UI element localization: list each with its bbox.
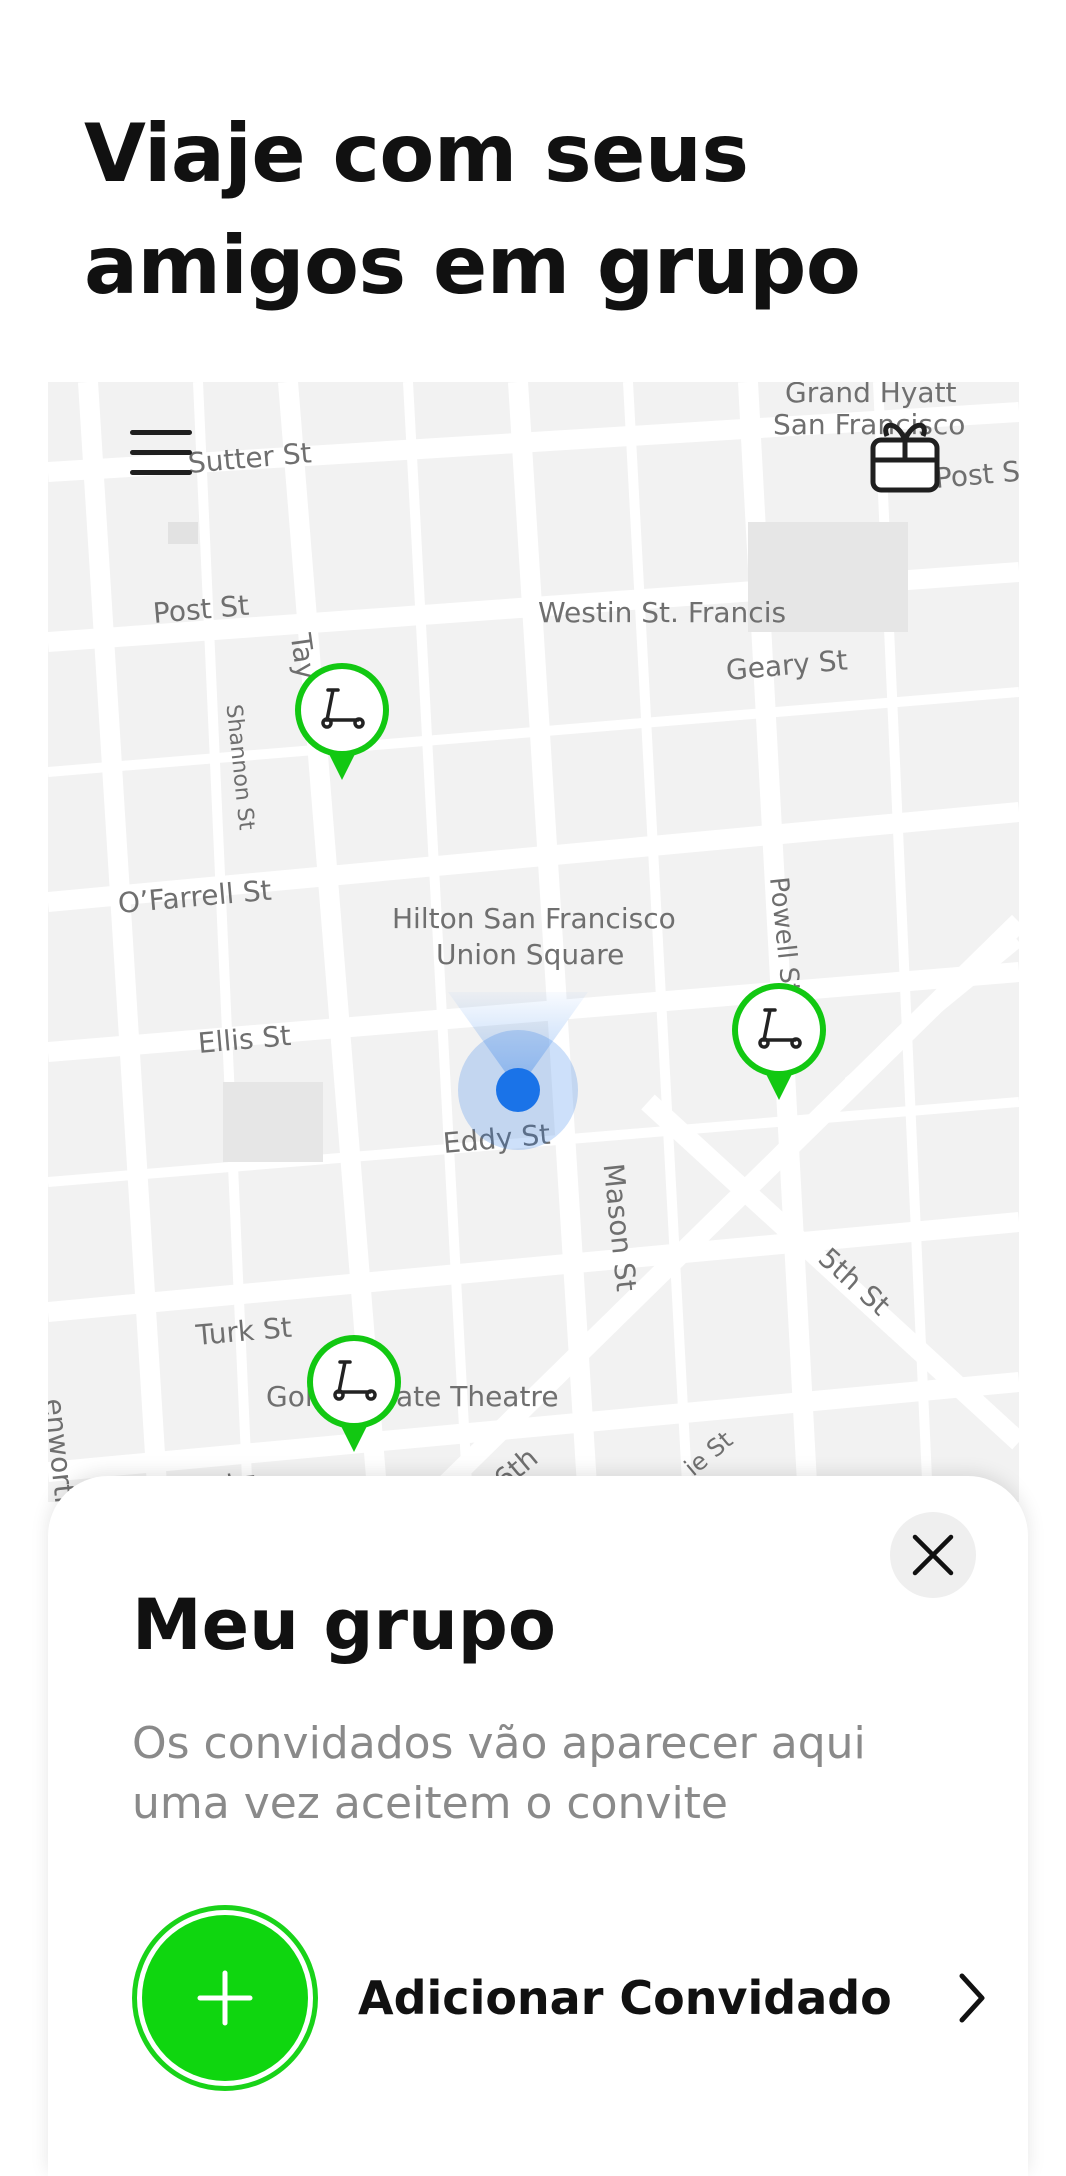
close-icon[interactable] (890, 1512, 976, 1598)
scooter-icon (732, 983, 826, 1100)
place-label-grand-hyatt-1: Grand Hyatt (785, 382, 957, 409)
add-guest-button[interactable]: Adicionar Convidado (132, 1898, 992, 2098)
place-label-hilton-2: Union Square (436, 938, 625, 971)
chevron-right-icon (959, 1973, 985, 2023)
scooter-pin-3[interactable] (304, 1332, 404, 1456)
hamburger-menu-icon[interactable] (130, 430, 192, 478)
scooter-pin-2[interactable] (729, 980, 829, 1104)
scooter-pin-1[interactable] (292, 660, 392, 784)
place-label-hilton-1: Hilton San Francisco (392, 902, 676, 935)
map-view[interactable]: Sutter St Post St Post S Geary St O’Farr… (48, 382, 1019, 1502)
sheet-description: Os convidados vão aparecer aqui uma vez … (132, 1718, 866, 1829)
add-guest-circle[interactable] (132, 1905, 318, 2091)
place-label-westin: Westin St. Francis (538, 596, 787, 629)
add-guest-label: Adicionar Convidado (358, 1971, 892, 2025)
headline-line-2: amigos em grupo (84, 219, 861, 312)
group-bottom-sheet: Meu grupo Os convidados vão aparecer aqu… (48, 1476, 1028, 2176)
plus-icon (197, 1970, 253, 2026)
gift-icon[interactable] (869, 414, 941, 494)
scooter-icon (307, 1335, 401, 1452)
sheet-title: Meu grupo (132, 1584, 556, 1666)
scooter-icon (295, 663, 389, 780)
user-location-icon (428, 982, 608, 1182)
page-headline: Viaje com seus amigos em grupo (84, 98, 984, 322)
headline-line-1: Viaje com seus (84, 107, 749, 200)
